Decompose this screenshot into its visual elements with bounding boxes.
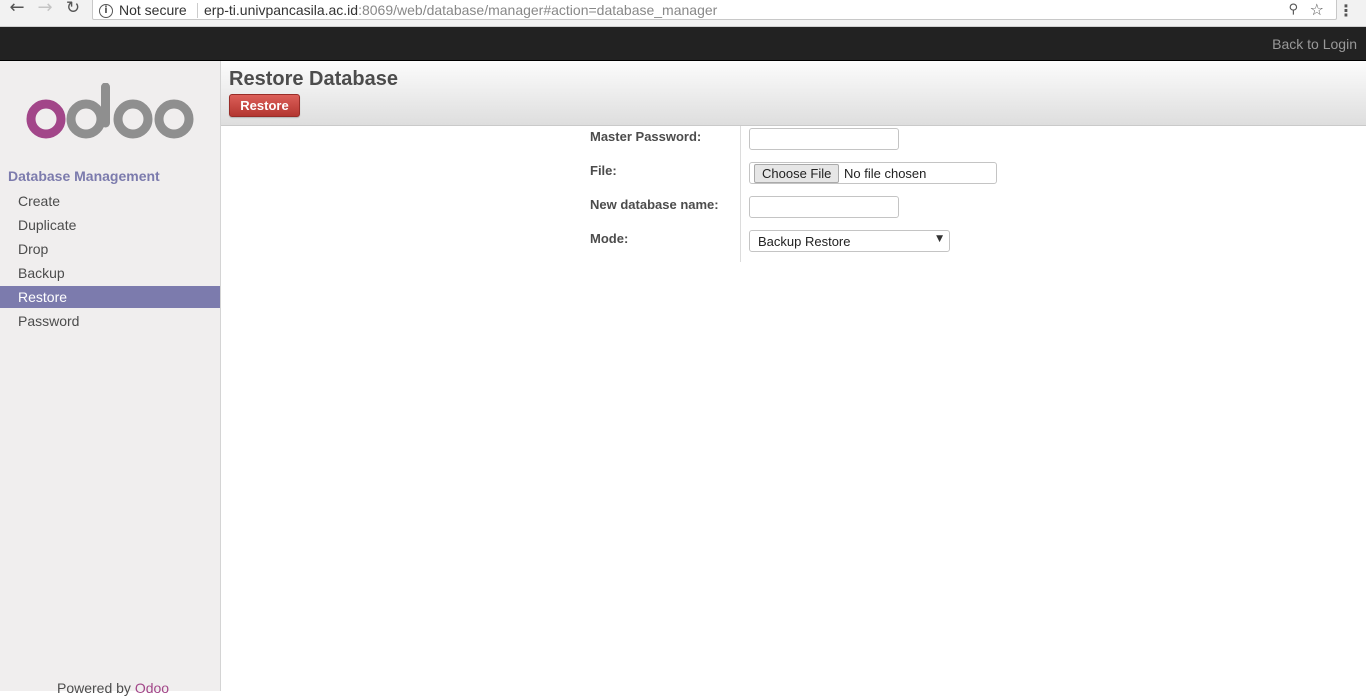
- odoo-logo: [26, 83, 194, 139]
- mode-selected-value: Backup Restore: [758, 234, 851, 249]
- top-navbar: Back to Login: [0, 27, 1366, 61]
- mode-label: Mode:: [590, 231, 629, 246]
- bookmark-star-icon[interactable]: ☆: [1310, 0, 1324, 19]
- address-bar[interactable]: i Not secure erp-ti.univpancasila.ac.id:…: [92, 0, 1337, 20]
- browser-menu-icon[interactable]: ⋮: [1338, 1, 1354, 20]
- back-arrow-icon[interactable]: ←: [6, 0, 28, 18]
- sidebar-menu: Create Duplicate Drop Backup Restore Pas…: [0, 189, 220, 333]
- reload-icon[interactable]: ↻: [62, 0, 84, 18]
- choose-file-button[interactable]: Choose File: [754, 164, 840, 183]
- database-management-title: Database Management: [8, 168, 160, 184]
- url-text[interactable]: erp-ti.univpancasila.ac.id:8069/web/data…: [204, 2, 717, 18]
- sidebar-item-drop[interactable]: Drop: [0, 237, 220, 261]
- url-path: :8069/web/database/manager#action=databa…: [358, 2, 718, 18]
- forward-arrow-icon[interactable]: →: [34, 0, 56, 18]
- master-password-input[interactable]: [749, 128, 899, 150]
- restore-button[interactable]: Restore: [229, 94, 300, 117]
- powered-by: Powered by Odoo: [57, 680, 169, 696]
- sidebar-item-restore[interactable]: Restore: [0, 286, 220, 308]
- back-to-login-link[interactable]: Back to Login: [1272, 36, 1357, 52]
- form-divider: [740, 126, 741, 262]
- sidebar: Database Management Create Duplicate Dro…: [0, 61, 221, 696]
- security-label[interactable]: Not secure: [119, 2, 187, 18]
- sidebar-item-create[interactable]: Create: [0, 189, 220, 213]
- sidebar-item-backup[interactable]: Backup: [0, 261, 220, 285]
- master-password-label: Master Password:: [590, 129, 702, 144]
- new-database-name-label: New database name:: [590, 197, 719, 212]
- new-database-name-input[interactable]: [749, 196, 899, 218]
- browser-toolbar: ← → ↻ i Not secure erp-ti.univpancasila.…: [0, 0, 1366, 27]
- odoo-link[interactable]: Odoo: [135, 680, 169, 696]
- file-label: File:: [590, 163, 617, 178]
- powered-by-text: Powered by: [57, 680, 131, 696]
- dropdown-arrow-icon: ▼: [936, 234, 943, 244]
- sidebar-item-password[interactable]: Password: [0, 309, 220, 333]
- mode-select[interactable]: Backup Restore ▼: [749, 230, 950, 252]
- file-status: No file chosen: [844, 166, 927, 181]
- page-header: Restore Database Restore: [221, 61, 1366, 126]
- key-icon[interactable]: ⚲: [1288, 2, 1298, 17]
- address-divider: [197, 3, 198, 18]
- page-title: Restore Database: [229, 68, 398, 90]
- sidebar-item-duplicate[interactable]: Duplicate: [0, 213, 220, 237]
- info-icon[interactable]: i: [99, 4, 113, 18]
- file-input[interactable]: Choose File No file chosen: [749, 162, 997, 184]
- url-host: erp-ti.univpancasila.ac.id: [204, 2, 359, 18]
